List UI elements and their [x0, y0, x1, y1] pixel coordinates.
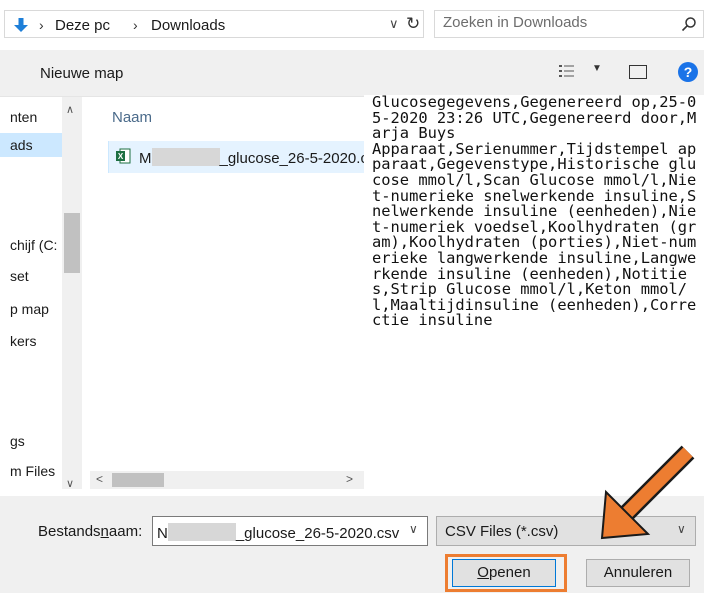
redacted-block: [167, 523, 236, 541]
download-arrow-icon: [14, 18, 28, 32]
svg-text:X: X: [118, 152, 124, 161]
annotation-arrow-icon: [600, 445, 695, 540]
preview-pane: Glucosegegevens,Gegenereerd op,25-05-202…: [364, 95, 704, 497]
breadcrumb-separator-icon: ›: [133, 17, 138, 33]
view-dropdown-icon[interactable]: ▼: [592, 63, 602, 74]
new-folder-button[interactable]: Nieuwe map: [40, 65, 123, 82]
toolbar: Nieuwe map ▼ ?: [0, 50, 704, 96]
main-area: nten ads chijf (C: set p map kers gs m F…: [0, 95, 704, 497]
scroll-left-icon[interactable]: <: [96, 472, 103, 486]
breadcrumb-downloads[interactable]: Downloads: [151, 17, 225, 34]
address-row: › Deze pc › Downloads ∨ ↻: [0, 0, 704, 50]
scroll-up-icon[interactable]: ∧: [66, 103, 74, 116]
search-icon[interactable]: [681, 16, 697, 32]
scroll-down-icon[interactable]: ∨: [66, 477, 74, 489]
open-button[interactable]: Openen: [452, 559, 556, 587]
breadcrumb-separator-icon: ›: [39, 17, 44, 33]
column-header-name[interactable]: Naam: [112, 109, 152, 126]
help-icon[interactable]: ?: [678, 62, 698, 82]
nav-item-desktop-map[interactable]: p map: [10, 301, 49, 317]
nav-item-downloads[interactable]: ads: [0, 133, 62, 157]
navigation-pane: nten ads chijf (C: set p map kers gs m F…: [0, 97, 84, 489]
address-bar[interactable]: › Deze pc › Downloads ∨ ↻: [4, 10, 424, 38]
nav-item-documents[interactable]: nten: [10, 109, 37, 125]
filename-value[interactable]: N _glucose_26-5-2020.csv: [157, 523, 399, 542]
nav-item-dataset[interactable]: set: [10, 268, 29, 284]
breadcrumb-this-pc[interactable]: Deze pc: [55, 17, 110, 34]
list-item[interactable]: X M _glucose_26-5-2020.c: [108, 141, 368, 173]
search-box[interactable]: [434, 10, 704, 38]
file-name: M _glucose_26-5-2020.c: [139, 148, 368, 167]
scroll-right-icon[interactable]: >: [346, 472, 353, 486]
preview-text: Glucosegegevens,Gegenereerd op,25-05-202…: [372, 95, 697, 330]
scroll-thumb[interactable]: [64, 213, 80, 273]
scroll-thumb[interactable]: [112, 473, 164, 487]
nav-item-markers[interactable]: kers: [10, 333, 36, 349]
horizontal-scrollbar[interactable]: < >: [90, 471, 364, 489]
cancel-button[interactable]: Annuleren: [586, 559, 690, 587]
nav-item-programs[interactable]: gs: [10, 433, 25, 449]
chevron-down-icon[interactable]: ∨: [409, 522, 418, 536]
filename-field[interactable]: N _glucose_26-5-2020.csv ∨: [152, 516, 428, 546]
excel-file-icon: X: [116, 148, 131, 164]
filename-label: Bestandsnaam:: [38, 523, 143, 540]
file-list: Naam X M _glucose_26-5-2020.c < >: [90, 97, 368, 497]
nav-item-program-files[interactable]: m Files: [10, 463, 55, 479]
filetype-value: CSV Files (*.csv): [445, 523, 559, 540]
chevron-down-icon[interactable]: ∨: [389, 16, 399, 32]
refresh-icon[interactable]: ↻: [406, 14, 420, 34]
nav-item-local-disk[interactable]: chijf (C:: [10, 237, 57, 253]
preview-pane-icon[interactable]: [629, 65, 647, 79]
redacted-block: [151, 148, 220, 166]
view-options-icon[interactable]: [558, 63, 576, 79]
nav-scrollbar[interactable]: ∧ ∨: [62, 97, 82, 489]
search-input[interactable]: [443, 14, 663, 31]
